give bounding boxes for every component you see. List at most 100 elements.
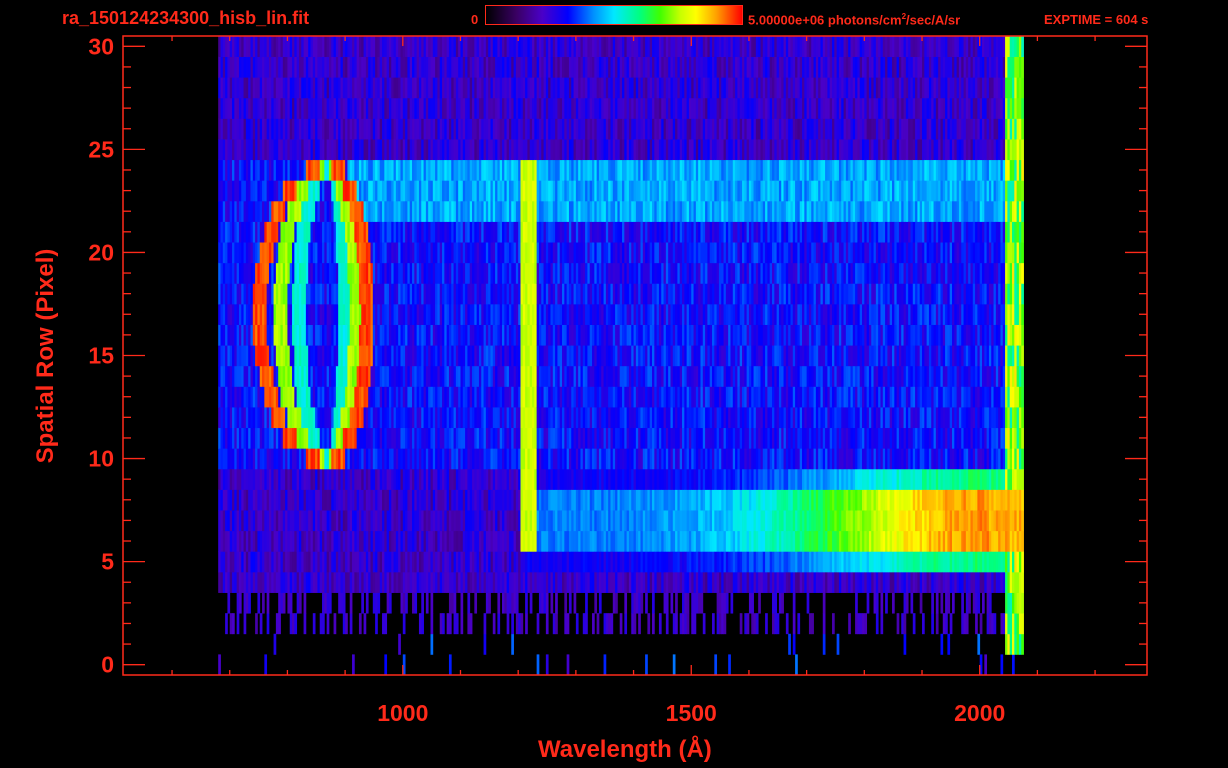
heatmap-cell xyxy=(478,530,482,552)
heatmap-cell xyxy=(626,262,630,284)
heatmap-cell xyxy=(506,303,510,325)
heatmap-cell xyxy=(589,427,593,449)
heatmap-cell xyxy=(513,365,517,387)
heatmap-cell xyxy=(236,448,240,470)
heatmap-cell xyxy=(425,592,429,614)
heatmap-cell xyxy=(571,365,574,387)
heatmap-cell xyxy=(391,139,394,161)
heatmap-cell xyxy=(488,386,491,408)
heatmap-cell xyxy=(585,551,588,573)
heatmap-cell xyxy=(532,283,535,305)
heatmap-cell xyxy=(370,262,374,284)
heatmap-cell xyxy=(352,365,355,387)
heatmap-cell xyxy=(331,36,334,58)
heatmap-cell xyxy=(391,489,394,511)
heatmap-cell xyxy=(628,510,632,532)
heatmap-cell xyxy=(354,303,358,325)
heatmap-cell xyxy=(474,283,478,305)
heatmap-cell xyxy=(275,77,279,99)
heatmap-cell xyxy=(310,448,314,470)
heatmap-cell xyxy=(388,159,392,181)
heatmap-cell xyxy=(568,592,572,614)
heatmap-cell xyxy=(280,551,284,573)
heatmap-cell xyxy=(349,180,353,202)
heatmap-cell xyxy=(342,468,346,490)
heatmap-cell xyxy=(478,386,482,408)
heatmap-cell xyxy=(628,159,632,181)
heatmap-cell xyxy=(518,613,521,635)
heatmap-cell xyxy=(310,200,314,222)
heatmap-cell xyxy=(398,56,401,78)
heatmap-cell xyxy=(418,530,422,552)
heatmap-cell xyxy=(234,303,238,325)
heatmap-cell xyxy=(536,551,540,573)
heatmap-cell xyxy=(513,510,517,532)
heatmap-cell xyxy=(305,489,309,511)
heatmap-cell xyxy=(536,97,540,119)
heatmap-cell xyxy=(571,262,574,284)
heatmap-cell xyxy=(370,324,374,346)
heatmap-cell xyxy=(324,592,328,614)
heatmap-cell xyxy=(338,77,341,99)
heatmap-cell xyxy=(305,345,309,367)
heatmap-cell xyxy=(264,386,268,408)
heatmap-cell xyxy=(571,200,574,222)
heatmap-cell xyxy=(610,468,614,490)
heatmap-cell xyxy=(522,159,526,181)
heatmap-cell xyxy=(437,36,441,58)
heatmap-cell xyxy=(361,242,364,264)
heatmap-cell xyxy=(502,427,505,449)
heatmap-cell xyxy=(328,283,332,305)
heatmap-cell xyxy=(280,510,284,532)
heatmap-cell xyxy=(407,571,411,593)
heatmap-cell xyxy=(522,180,526,202)
heatmap-cell xyxy=(328,242,332,264)
heatmap-cell xyxy=(603,489,607,511)
heatmap-cell xyxy=(589,221,593,243)
heatmap-cell xyxy=(610,489,614,511)
heatmap-cell xyxy=(280,365,284,387)
heatmap-cell xyxy=(622,36,625,58)
heatmap-cell xyxy=(564,97,568,119)
heatmap-cell xyxy=(388,242,392,264)
heatmap-cell xyxy=(262,448,265,470)
heatmap-cell xyxy=(513,200,517,222)
heatmap-cell xyxy=(495,139,498,161)
heatmap-cell xyxy=(430,386,434,408)
heatmap-cell xyxy=(312,180,316,202)
heatmap-cell xyxy=(575,221,579,243)
heatmap-cell xyxy=(377,159,381,181)
heatmap-cell xyxy=(266,242,270,264)
heatmap-cell xyxy=(568,571,572,593)
heatmap-cell xyxy=(322,221,325,243)
heatmap-cell xyxy=(527,118,531,140)
heatmap-cell xyxy=(328,345,332,367)
heatmap-cell xyxy=(338,242,341,264)
heatmap-cell xyxy=(617,530,621,552)
heatmap-cell xyxy=(619,180,623,202)
heatmap-cell xyxy=(400,242,404,264)
heatmap-cell xyxy=(515,427,519,449)
heatmap-cell xyxy=(601,571,604,593)
heatmap-cell xyxy=(379,303,383,325)
heatmap-cell xyxy=(458,56,461,78)
heatmap-cell xyxy=(331,427,334,449)
heatmap-cell xyxy=(386,221,390,243)
heatmap-cell xyxy=(534,551,538,573)
heatmap-cell xyxy=(222,283,226,305)
heatmap-cell xyxy=(328,448,332,470)
heatmap-cell xyxy=(388,221,392,243)
heatmap-cell xyxy=(543,407,547,429)
heatmap-cell xyxy=(545,97,549,119)
heatmap-cell xyxy=(280,221,284,243)
heatmap-cell xyxy=(347,427,351,449)
heatmap-cell xyxy=(598,530,602,552)
heatmap-cell xyxy=(340,180,344,202)
heatmap-cell xyxy=(248,345,251,367)
heatmap-cell xyxy=(437,386,441,408)
heatmap-cell xyxy=(589,118,593,140)
heatmap-cell xyxy=(601,530,604,552)
heatmap-cell xyxy=(582,468,586,490)
heatmap-cell xyxy=(372,97,376,119)
heatmap-cell xyxy=(628,221,632,243)
